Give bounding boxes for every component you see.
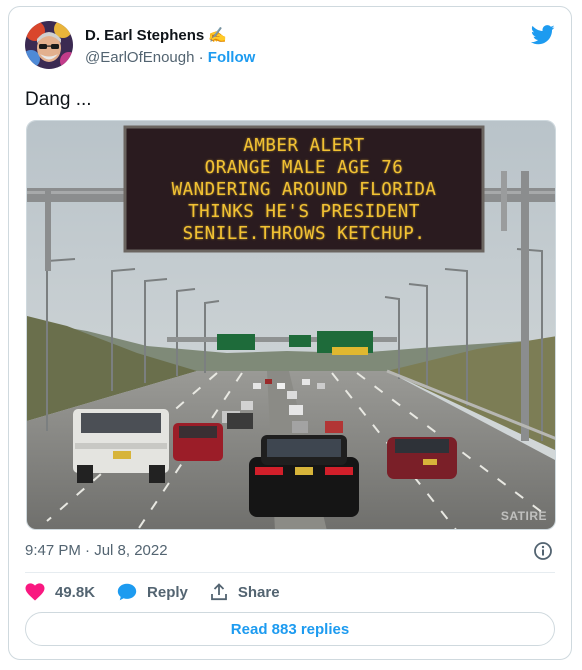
sign-line: ORANGE MALE AGE 76 (204, 158, 404, 178)
author-name-row: D. Earl Stephens ✍️ (85, 26, 227, 46)
action-bar: 49.8K Reply Share (25, 581, 302, 603)
tweet-image[interactable]: . AMBER ALERT ORANGE MALE AGE 76 WANDERI… (26, 120, 556, 530)
sign-line: SENILE.THROWS KETCHUP. (182, 224, 426, 244)
display-name[interactable]: D. Earl Stephens (85, 27, 204, 44)
share-label: Share (237, 583, 280, 601)
like-count: 49.8K (55, 583, 96, 601)
amber-alert-sign-text: AMBER ALERT ORANGE MALE AGE 76 WANDERING… (129, 135, 479, 245)
separator: · (198, 49, 204, 66)
twitter-bird-icon[interactable] (530, 25, 555, 45)
sign-line: THINKS HE'S PRESIDENT (188, 202, 420, 222)
like-button[interactable]: 49.8K (25, 583, 95, 601)
share-button[interactable]: Share (210, 583, 280, 601)
avatar[interactable] (25, 21, 73, 69)
handle[interactable]: @EarlOfEnough (85, 49, 194, 66)
share-upload-icon (210, 583, 227, 601)
reply-label: Reply (147, 583, 188, 601)
writing-hand-emoji: ✍️ (208, 27, 228, 44)
speech-bubble-icon (117, 583, 137, 601)
follow-link[interactable]: Follow (208, 49, 256, 66)
reply-button[interactable]: Reply (117, 583, 188, 601)
satire-watermark: SATIRE (500, 509, 547, 523)
tweet-header: D. Earl Stephens ✍️ @EarlOfEnough · Foll… (23, 19, 557, 71)
tweet-timestamp[interactable]: 9:47 PM · Jul 8, 2022 (25, 541, 168, 561)
tweet-card: D. Earl Stephens ✍️ @EarlOfEnough · Foll… (8, 6, 572, 660)
divider (25, 572, 555, 573)
tweet-text: Dang ... (25, 89, 92, 110)
sign-line: AMBER ALERT (243, 136, 365, 156)
author-sub-row: @EarlOfEnough · Follow (85, 48, 255, 68)
read-replies-button[interactable]: Read 883 replies (25, 612, 555, 646)
heart-icon (25, 583, 45, 601)
info-icon[interactable] (533, 541, 553, 561)
sign-line: WANDERING AROUND FLORIDA (171, 180, 437, 200)
